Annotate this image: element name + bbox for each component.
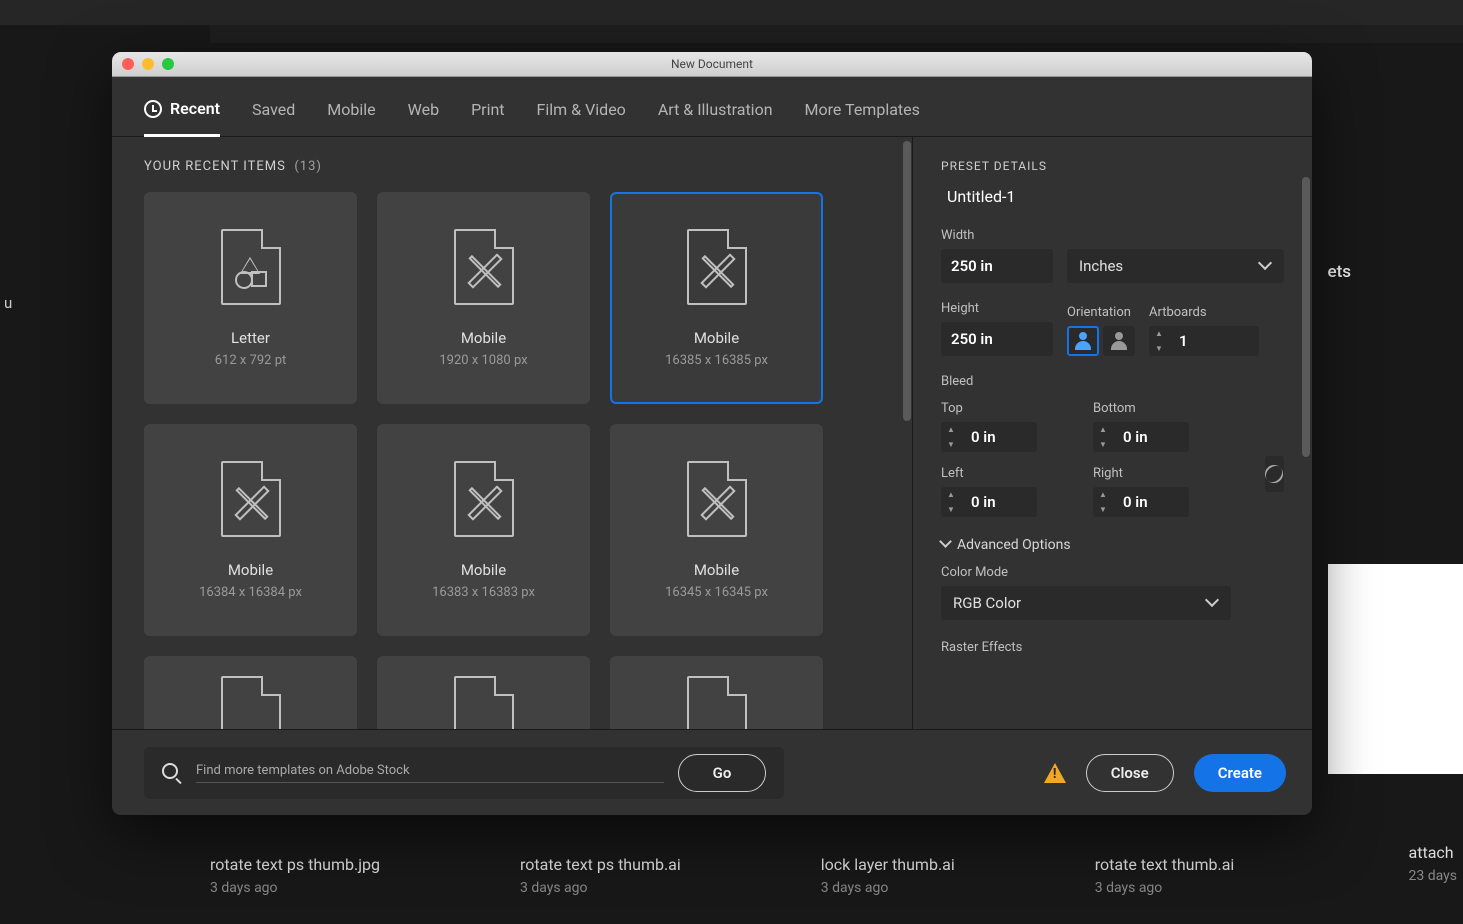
card-title: Letter [231,329,270,347]
close-button[interactable]: Close [1086,754,1174,792]
card-title: Mobile [694,561,739,579]
bleed-stepper[interactable]: ▲▼ [1093,487,1113,517]
artboards-stepper[interactable]: ▲▼ [1149,326,1169,356]
preset-card-letter[interactable]: Letter 612 x 792 pt [144,192,357,404]
bg-text: u [4,294,12,312]
bleed-bottom-label: Bottom [1093,401,1223,416]
tab-more-templates[interactable]: More Templates [805,91,920,136]
tab-print[interactable]: Print [471,91,504,136]
search-placeholder: Find more templates on Adobe Stock [196,763,664,783]
dialog-footer: Find more templates on Adobe Stock Go Cl… [112,729,1312,815]
raster-effects-label: Raster Effects [941,640,1284,655]
preset-card-partial[interactable] [144,656,357,729]
scrollbar[interactable] [1302,177,1310,457]
warning-icon[interactable] [1044,763,1066,783]
tab-web[interactable]: Web [408,91,439,136]
orientation-landscape[interactable] [1103,326,1135,356]
scrollbar[interactable] [902,137,912,729]
bleed-bottom-input[interactable] [1113,422,1189,452]
width-label: Width [941,228,1284,243]
landscape-icon [1111,332,1127,350]
bg-thumbnail [1328,564,1463,774]
window-title: New Document [112,57,1312,71]
artboards-input[interactable] [1169,326,1259,356]
new-document-dialog: New Document Recent Saved Mobile Web Pri… [112,52,1312,815]
link-bleed-button[interactable] [1265,456,1284,492]
color-mode-label: Color Mode [941,565,1284,580]
go-button[interactable]: Go [678,754,766,792]
document-icon [687,676,747,729]
card-title: Mobile [461,329,506,347]
height-input[interactable] [941,322,1053,356]
preset-card-mobile[interactable]: Mobile 16383 x 16383 px [377,424,590,636]
card-title: Mobile [228,561,273,579]
bg-file-list: rotate text ps thumb.jpg3 days ago rotat… [0,855,1463,896]
bleed-top-input[interactable] [961,422,1037,452]
preset-card-mobile[interactable]: Mobile 16384 x 16384 px [144,424,357,636]
preset-card-mobile[interactable]: Mobile 16345 x 16345 px [610,424,823,636]
bleed-top-label: Top [941,401,1071,416]
chevron-down-icon [1207,597,1219,609]
orientation-portrait[interactable] [1067,326,1099,356]
preset-name[interactable]: Untitled-1 [947,187,1284,206]
tab-saved[interactable]: Saved [252,91,295,136]
card-dimensions: 16383 x 16383 px [432,585,535,600]
create-button[interactable]: Create [1194,754,1286,792]
chevron-down-icon [941,539,951,549]
card-dimensions: 16384 x 16384 px [199,585,302,600]
bleed-left-input[interactable] [961,487,1037,517]
titlebar: New Document [112,52,1312,77]
tab-mobile[interactable]: Mobile [327,91,375,136]
bleed-stepper[interactable]: ▲▼ [941,487,961,517]
orientation-label: Orientation [1067,305,1135,320]
chevron-down-icon [1260,260,1272,272]
card-dimensions: 16345 x 16345 px [665,585,768,600]
document-icon [687,461,747,537]
bleed-left-label: Left [941,466,1071,481]
bleed-label: Bleed [941,374,1284,389]
units-select[interactable]: Inches [1067,249,1284,283]
preset-card-mobile[interactable]: Mobile 16385 x 16385 px [610,192,823,404]
bg-text: ets [1327,262,1351,282]
preset-details-header: PRESET DETAILS [941,159,1284,173]
search-icon [162,763,182,783]
document-icon [454,676,514,729]
width-input[interactable] [941,249,1053,283]
card-title: Mobile [461,561,506,579]
document-icon [454,229,514,305]
link-icon [1262,461,1287,486]
preset-card-partial[interactable] [610,656,823,729]
color-mode-select[interactable]: RGB Color [941,586,1231,620]
section-title: YOUR RECENT ITEMS (13) [144,159,880,174]
bleed-stepper[interactable]: ▲▼ [941,422,961,452]
adobe-stock-search[interactable]: Find more templates on Adobe Stock Go [144,747,784,799]
bleed-right-label: Right [1093,466,1223,481]
preset-card-mobile[interactable]: Mobile 1920 x 1080 px [377,192,590,404]
preset-card-partial[interactable] [377,656,590,729]
document-icon [221,229,281,305]
tab-film-video[interactable]: Film & Video [537,91,626,136]
bleed-stepper[interactable]: ▲▼ [1093,422,1113,452]
clock-icon [144,100,162,118]
document-icon [454,461,514,537]
document-icon [221,461,281,537]
card-title: Mobile [694,329,739,347]
tab-art-illustration[interactable]: Art & Illustration [658,91,773,136]
card-dimensions: 612 x 792 pt [215,353,287,368]
advanced-options-toggle[interactable]: Advanced Options [941,537,1284,553]
document-icon [221,676,281,729]
portrait-icon [1075,332,1091,350]
tab-recent[interactable]: Recent [144,91,220,137]
document-icon [687,229,747,305]
card-dimensions: 16385 x 16385 px [665,353,768,368]
preset-grid-panel: YOUR RECENT ITEMS (13) Letter 612 x 792 … [112,137,912,729]
bleed-right-input[interactable] [1113,487,1189,517]
category-tabs: Recent Saved Mobile Web Print Film & Vid… [112,77,1312,137]
artboards-label: Artboards [1149,305,1284,320]
height-label: Height [941,301,1053,316]
card-dimensions: 1920 x 1080 px [439,353,527,368]
preset-details-panel: PRESET DETAILS Untitled-1 Width Inches H… [912,137,1312,729]
